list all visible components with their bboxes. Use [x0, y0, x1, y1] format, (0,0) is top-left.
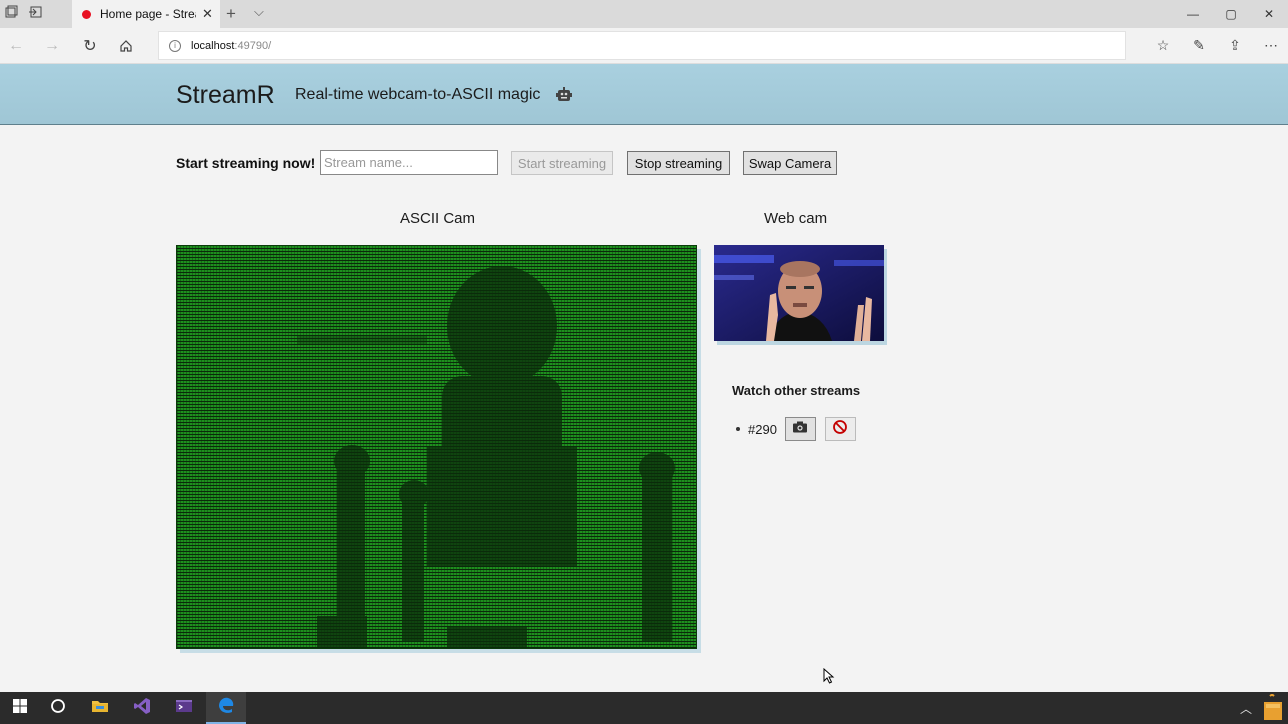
stream-name-input[interactable]	[320, 150, 498, 175]
list-bullet	[736, 427, 740, 431]
swap-camera-button[interactable]: Swap Camera	[743, 151, 837, 175]
browser-tab[interactable]: Home page - Strea ✕	[72, 0, 220, 28]
browser-tab-bar: Home page - Strea ✕ + ⌵ — ▢ ✕	[0, 0, 1288, 28]
tab-close-icon[interactable]: ✕	[202, 6, 213, 22]
webcam-video	[714, 245, 884, 341]
browser-nav-bar: ← → ↻ i localhost :49790/ ☆ ✎ ⇪ ⋯	[0, 28, 1288, 64]
taskbar-file-explorer[interactable]	[80, 692, 120, 724]
start-button[interactable]	[0, 692, 40, 724]
taskbar-visual-studio[interactable]	[122, 692, 162, 724]
stream-id: #290	[748, 421, 777, 437]
forward-icon[interactable]: →	[42, 36, 62, 56]
pen-icon[interactable]: ✎	[1190, 36, 1208, 54]
mouse-cursor-icon	[823, 667, 835, 689]
taskbar: ︿	[0, 692, 1288, 724]
ascii-cam-view	[176, 245, 697, 649]
recording-indicator-icon	[82, 9, 91, 19]
tray-app-icon[interactable]	[1260, 694, 1286, 724]
cortana-button[interactable]	[38, 692, 78, 724]
address-bar[interactable]: i localhost :49790/	[158, 31, 1126, 60]
block-stream-button[interactable]	[824, 417, 856, 441]
url-port: :49790/	[234, 39, 272, 52]
tray-chevron-icon[interactable]: ︿	[1240, 700, 1252, 717]
site-info-icon[interactable]: i	[169, 39, 181, 52]
start-streaming-label: Start streaming now!	[176, 155, 316, 171]
tab-preview-chevron-icon[interactable]: ⌵	[254, 4, 264, 20]
minimize-icon[interactable]: —	[1174, 0, 1212, 28]
url-host: localhost	[191, 39, 235, 52]
watch-other-streams-title: Watch other streams	[732, 383, 861, 398]
camera-icon	[792, 420, 808, 438]
list-item: #290	[736, 417, 865, 441]
brand-link[interactable]: StreamR	[176, 81, 275, 110]
new-tab-icon[interactable]: +	[226, 4, 236, 24]
webcam-title: Web cam	[764, 210, 828, 227]
folder-icon	[91, 698, 109, 719]
taskbar-terminal[interactable]	[164, 692, 204, 724]
home-icon[interactable]	[116, 36, 136, 56]
terminal-icon	[175, 698, 193, 719]
site-header: StreamR Real-time webcam-to-ASCII magic	[0, 64, 1288, 125]
start-streaming-button[interactable]: Start streaming	[511, 151, 613, 175]
tab-manager-icon[interactable]	[4, 5, 18, 19]
tab-title: Home page - Strea	[100, 7, 196, 21]
taskbar-edge[interactable]	[206, 692, 246, 724]
maximize-icon[interactable]: ▢	[1212, 0, 1250, 28]
cortana-icon	[50, 698, 66, 719]
back-icon[interactable]: ←	[6, 36, 26, 56]
visual-studio-icon	[133, 697, 151, 720]
edge-icon	[217, 696, 235, 719]
share-icon[interactable]: ⇪	[1226, 36, 1244, 54]
ascii-cam-title: ASCII Cam	[400, 210, 476, 227]
tagline: Real-time webcam-to-ASCII magic	[295, 86, 541, 103]
more-icon[interactable]: ⋯	[1262, 36, 1280, 54]
window-close-icon[interactable]: ✕	[1250, 0, 1288, 28]
refresh-icon[interactable]: ↻	[80, 36, 100, 56]
watch-stream-button[interactable]	[784, 417, 816, 441]
set-tabs-aside-icon[interactable]	[28, 5, 42, 19]
block-icon	[832, 419, 848, 440]
robot-icon	[555, 86, 573, 104]
windows-logo-icon	[12, 698, 28, 719]
favorites-icon[interactable]: ☆	[1154, 36, 1172, 54]
stop-streaming-button[interactable]: Stop streaming	[627, 151, 730, 175]
